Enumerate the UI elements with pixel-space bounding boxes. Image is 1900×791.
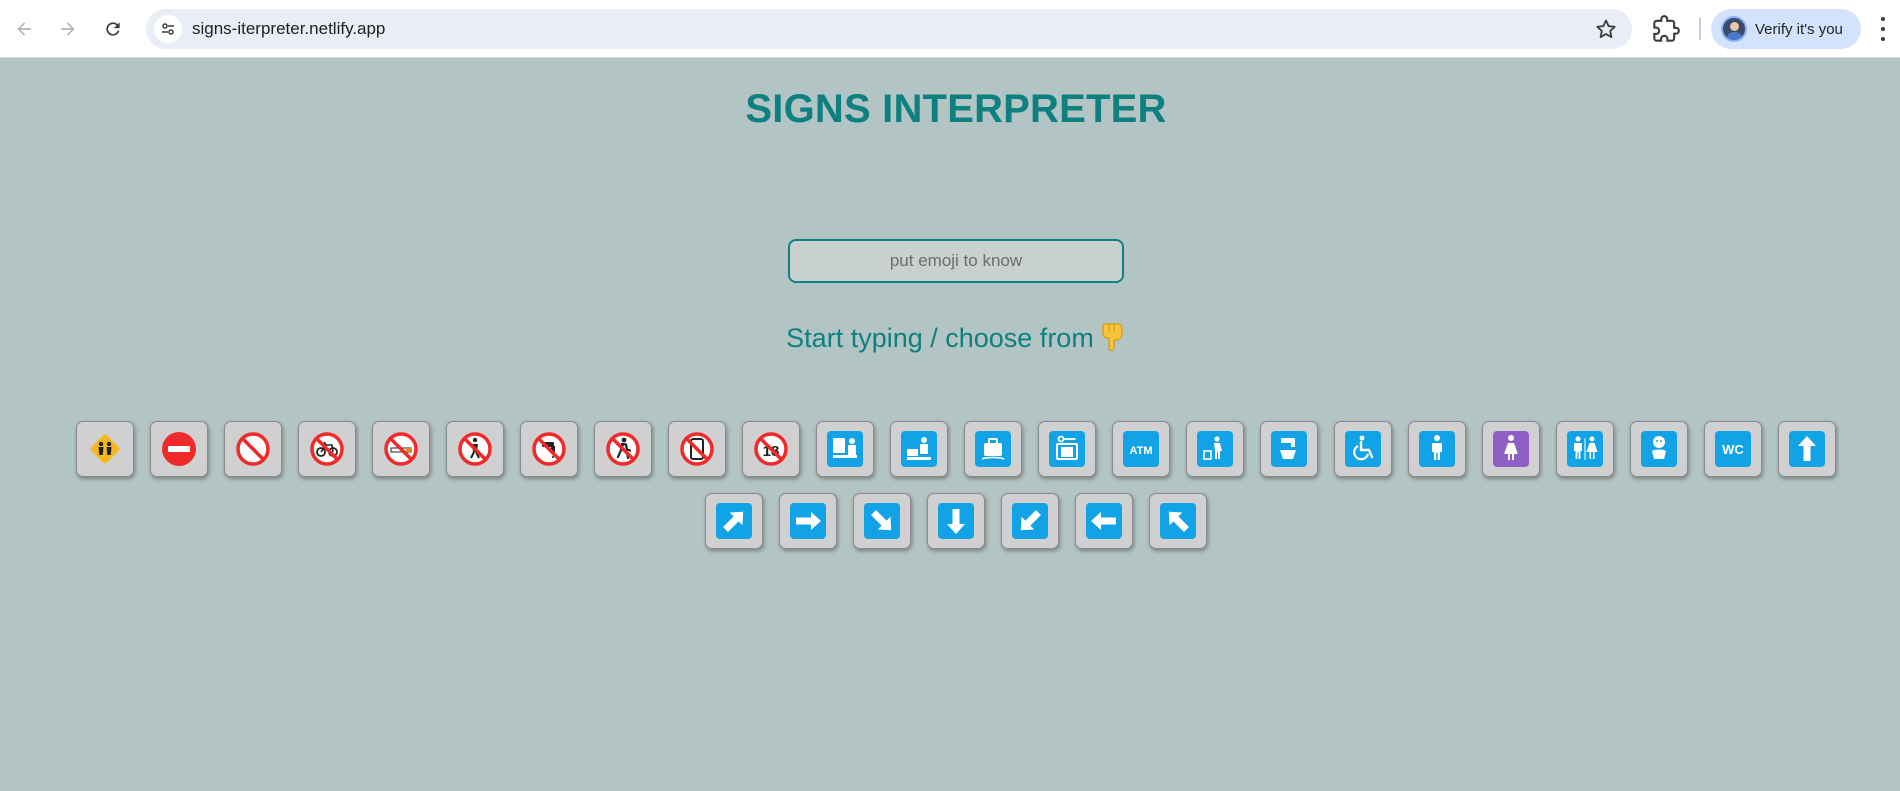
down-right-arrow-icon — [864, 503, 900, 539]
mens-room-icon — [1419, 431, 1455, 467]
left-luggage-icon — [1049, 431, 1085, 467]
emoji-tile-prohibited[interactable] — [224, 421, 282, 477]
bookmark-star-icon[interactable] — [1594, 17, 1618, 41]
no-smoking-icon — [384, 432, 418, 466]
litter-in-bin-icon — [1197, 431, 1233, 467]
profile-label: Verify it's you — [1755, 20, 1843, 38]
svg-text:ATM: ATM — [1129, 445, 1152, 457]
url-text[interactable]: signs-iterpreter.netlify.app — [192, 19, 385, 39]
emoji-tile-non-potable-water[interactable] — [520, 421, 578, 477]
emoji-grid: 18 ATM WC — [44, 421, 1868, 549]
emoji-tile-potable-water[interactable] — [1260, 421, 1318, 477]
water-closet-icon: WC — [1715, 431, 1751, 467]
pointing-down-hand-icon — [1100, 321, 1126, 358]
customs-icon — [901, 431, 937, 467]
browser-menu-icon[interactable] — [1878, 17, 1888, 41]
toolbar-separator — [1699, 18, 1701, 40]
emoji-tile-no-bicycles[interactable] — [298, 421, 356, 477]
emoji-tile-no-one-under-eighteen[interactable]: 18 — [742, 421, 800, 477]
svg-text:WC: WC — [1722, 442, 1744, 457]
emoji-search-input[interactable] — [788, 239, 1124, 283]
emoji-tile-right-arrow[interactable] — [779, 493, 837, 549]
emoji-tile-baby-symbol[interactable] — [1630, 421, 1688, 477]
back-arrow-icon — [17, 22, 31, 36]
back-button[interactable] — [8, 13, 40, 45]
potable-water-icon — [1271, 431, 1307, 467]
no-pedestrians-icon — [606, 432, 640, 466]
emoji-tile-up-arrow[interactable] — [1778, 421, 1836, 477]
wheelchair-symbol-icon — [1345, 431, 1381, 467]
emoji-tile-up-left-arrow[interactable] — [1149, 493, 1207, 549]
baggage-claim-icon — [975, 431, 1011, 467]
left-arrow-icon — [1086, 503, 1122, 539]
emoji-tile-no-entry[interactable] — [150, 421, 208, 477]
hint-text: Start typing / choose from — [0, 321, 1900, 358]
emoji-tile-baggage-claim[interactable] — [964, 421, 1022, 477]
restroom-icon — [1567, 431, 1603, 467]
emoji-tile-no-littering[interactable] — [446, 421, 504, 477]
emoji-tile-mens-room[interactable] — [1408, 421, 1466, 477]
emoji-tile-down-arrow[interactable] — [927, 493, 985, 549]
emoji-tile-up-right-arrow[interactable] — [705, 493, 763, 549]
atm-sign-icon: ATM — [1123, 431, 1159, 467]
page-title: SIGNS INTERPRETER — [745, 87, 1167, 131]
extensions-puzzle-icon[interactable] — [1652, 15, 1680, 43]
emoji-tile-children-crossing[interactable] — [76, 421, 134, 477]
emoji-tile-wheelchair-symbol[interactable] — [1334, 421, 1392, 477]
emoji-tile-left-arrow[interactable] — [1075, 493, 1133, 549]
emoji-tile-water-closet[interactable]: WC — [1704, 421, 1762, 477]
children-crossing-icon — [90, 434, 120, 464]
emoji-tile-passport-control[interactable] — [816, 421, 874, 477]
no-mobile-phones-icon — [680, 432, 714, 466]
baby-symbol-icon — [1641, 431, 1677, 467]
hint-label: Start typing / choose from — [786, 323, 1094, 353]
no-bicycles-icon — [310, 432, 344, 466]
non-potable-water-icon — [532, 432, 566, 466]
emoji-tile-down-left-arrow[interactable] — [1001, 493, 1059, 549]
down-left-arrow-icon — [1012, 503, 1048, 539]
forward-arrow-icon — [61, 22, 75, 36]
forward-button[interactable] — [52, 13, 84, 45]
no-littering-icon — [458, 432, 492, 466]
up-right-arrow-icon — [716, 503, 752, 539]
womens-room-icon — [1493, 431, 1529, 467]
emoji-tile-left-luggage[interactable] — [1038, 421, 1096, 477]
emoji-tile-womens-room[interactable] — [1482, 421, 1540, 477]
emoji-tile-atm-sign[interactable]: ATM — [1112, 421, 1170, 477]
emoji-tile-customs[interactable] — [890, 421, 948, 477]
emoji-tile-no-pedestrians[interactable] — [594, 421, 652, 477]
browser-toolbar: signs-iterpreter.netlify.app Verify it's… — [0, 0, 1900, 58]
profile-button[interactable]: Verify it's you — [1711, 9, 1861, 49]
no-entry-icon — [162, 432, 196, 466]
up-left-arrow-icon — [1160, 503, 1196, 539]
emoji-tile-no-smoking[interactable] — [372, 421, 430, 477]
avatar — [1721, 16, 1747, 42]
reload-icon — [106, 22, 120, 36]
reload-button[interactable] — [97, 13, 129, 45]
emoji-tile-restroom[interactable] — [1556, 421, 1614, 477]
down-arrow-icon — [938, 503, 974, 539]
emoji-tile-down-right-arrow[interactable] — [853, 493, 911, 549]
emoji-tile-no-mobile-phones[interactable] — [668, 421, 726, 477]
address-bar[interactable]: signs-iterpreter.netlify.app — [146, 9, 1632, 49]
no-one-under-eighteen-icon: 18 — [754, 432, 788, 466]
site-info-button[interactable] — [154, 15, 182, 43]
emoji-tile-litter-in-bin[interactable] — [1186, 421, 1244, 477]
right-arrow-icon — [790, 503, 826, 539]
up-arrow-icon — [1789, 431, 1825, 467]
passport-control-icon — [827, 431, 863, 467]
tune-icon — [162, 23, 174, 35]
prohibited-icon — [236, 432, 270, 466]
